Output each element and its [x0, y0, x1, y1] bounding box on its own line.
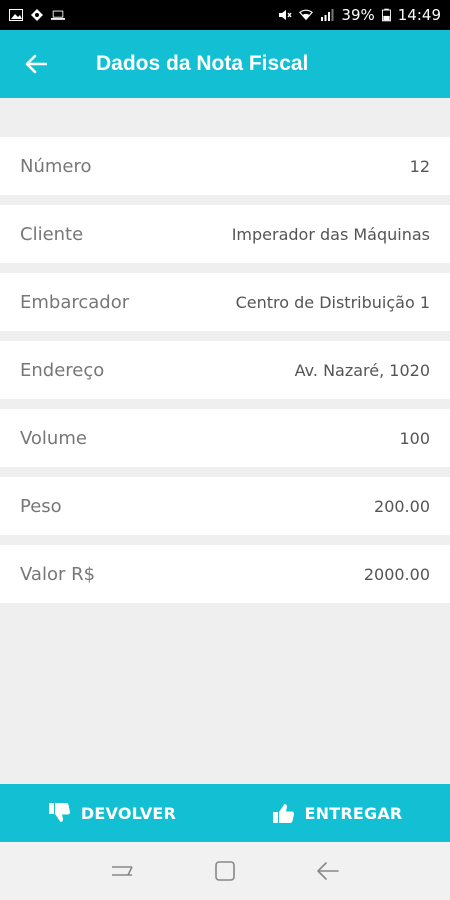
mute-icon: [279, 10, 292, 20]
thumbs-up-icon: [272, 804, 294, 823]
home-button[interactable]: [210, 856, 240, 886]
detail-row-valor: Valor R$ 2000.00: [0, 545, 450, 603]
system-back-button[interactable]: [313, 856, 343, 886]
gallery-icon: [9, 9, 23, 21]
detail-row-peso: Peso 200.00: [0, 477, 450, 535]
detail-value: Centro de Distribuição 1: [235, 292, 430, 312]
thumbs-down-icon: [48, 803, 70, 822]
return-button[interactable]: DEVOLVER: [0, 784, 225, 842]
detail-label: Endereço: [20, 359, 105, 381]
laptop-icon: [51, 10, 65, 20]
detail-value: Av. Nazaré, 1020: [294, 360, 430, 380]
detail-label: Volume: [20, 427, 87, 449]
deliver-button[interactable]: ENTREGAR: [225, 784, 450, 842]
signal-icon: [321, 9, 334, 21]
recent-apps-button[interactable]: [107, 856, 137, 886]
arrow-left-icon: [25, 54, 47, 74]
detail-label: Cliente: [20, 223, 84, 245]
home-icon: [215, 861, 235, 881]
return-button-label: DEVOLVER: [80, 803, 177, 823]
status-left: [9, 9, 65, 21]
recent-apps-icon: [111, 866, 133, 876]
detail-value: 100: [399, 428, 430, 448]
detail-label: Valor R$: [20, 563, 96, 585]
detail-row-volume: Volume 100: [0, 409, 450, 467]
detail-row-embarcador: Embarcador Centro de Distribuição 1: [0, 273, 450, 331]
battery-icon: [381, 8, 391, 22]
detail-value: 12: [409, 156, 430, 176]
detail-label: Peso: [20, 495, 62, 517]
system-nav-bar: [0, 842, 450, 900]
status-bar: 39% 14:49: [0, 0, 450, 30]
status-right: 39% 14:49: [278, 6, 441, 24]
location-icon: [31, 9, 43, 21]
action-bar: DEVOLVER ENTREGAR: [0, 784, 450, 842]
detail-row-numero: Número 12: [0, 137, 450, 195]
invoice-details: Número 12 Cliente Imperador das Máquinas…: [0, 98, 450, 784]
wifi-icon: [299, 9, 314, 21]
deliver-button-label: ENTREGAR: [304, 803, 403, 823]
detail-label: Embarcador: [20, 291, 130, 313]
detail-value: 2000.00: [363, 564, 430, 584]
app-bar: Dados da Nota Fiscal: [0, 30, 450, 98]
detail-label: Número: [20, 155, 92, 177]
battery-percent: 39%: [341, 6, 375, 24]
back-icon: [317, 862, 340, 880]
page-title: Dados da Nota Fiscal: [96, 52, 309, 75]
detail-row-cliente: Cliente Imperador das Máquinas: [0, 205, 450, 263]
back-button[interactable]: [0, 30, 72, 98]
detail-value: Imperador das Máquinas: [231, 224, 430, 244]
status-time: 14:49: [397, 6, 441, 24]
detail-row-endereco: Endereço Av. Nazaré, 1020: [0, 341, 450, 399]
detail-value: 200.00: [374, 496, 430, 516]
